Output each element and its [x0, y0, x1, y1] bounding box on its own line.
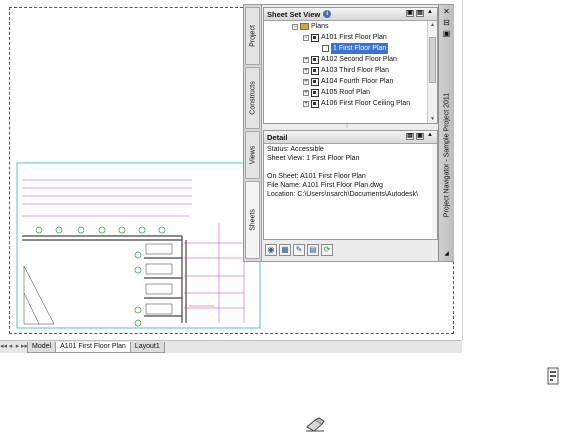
tree-item-a104[interactable]: + A104 Fourth Floor Plan: [303, 76, 393, 87]
detail-preview-icon[interactable]: ▤: [406, 133, 414, 140]
sheet-set-view-header: Sheet Set View i ▣ ▤ ▲: [264, 8, 437, 21]
tree-item-label: A105 Roof Plan: [321, 89, 371, 96]
tab-views[interactable]: Views: [245, 131, 260, 179]
resize-grip-icon[interactable]: ◢: [442, 250, 451, 259]
info-icon[interactable]: i: [323, 10, 332, 18]
detail-title: Detail: [267, 132, 288, 142]
sheet-icon: [311, 99, 319, 108]
expand-icon[interactable]: +: [303, 67, 309, 74]
expand-icon[interactable]: +: [303, 100, 309, 107]
expand-icon[interactable]: +: [303, 78, 309, 85]
tree-item-label: A106 First Floor Ceiling Plan: [321, 100, 411, 107]
sheet-set-tree: − Plans − A101 First Floor Plan 1 First …: [264, 21, 429, 123]
tab-sheets[interactable]: Sheets: [245, 181, 260, 259]
tree-item-label: A103 Third Floor Plan: [321, 67, 389, 74]
tree-item-label: Plans: [311, 23, 329, 30]
properties-icon[interactable]: ▤: [307, 244, 319, 256]
sheet-icon: [311, 55, 319, 64]
tree-item-first-floor-plan-view[interactable]: 1 First Floor Plan: [322, 43, 389, 54]
tree-item-label: A102 Second Floor Plan: [321, 56, 397, 63]
project-navigator-palette: Project Constructs Views Sheets Sheet Se…: [243, 4, 454, 262]
first-tab-arrow[interactable]: ◂◂: [0, 342, 7, 352]
sheet-set-view-title: Sheet Set View: [267, 9, 321, 19]
tab-views-label: Views: [249, 145, 256, 165]
collapse-panel-icon[interactable]: ▲: [426, 9, 434, 17]
scroll-down-arrow[interactable]: ▼: [428, 115, 437, 123]
palette-properties-icon[interactable]: ▣: [442, 29, 451, 38]
detail-scrollbar[interactable]: [432, 144, 437, 239]
sheet-set-view-panel: Sheet Set View i ▣ ▤ ▲ − Plans − A101 Fi…: [263, 7, 438, 124]
detail-blank: [267, 163, 435, 172]
view-options-icon[interactable]: ▤: [416, 10, 424, 17]
collapse-icon[interactable]: −: [292, 23, 298, 30]
detail-panel: Detail ▤ ▣ ▲ Status: Accessible Sheet Vi…: [263, 130, 438, 240]
tab-constructs-label: Constructs: [249, 81, 256, 115]
project-browser-icon[interactable]: [546, 367, 560, 385]
tree-item-plans[interactable]: − Plans: [292, 21, 329, 32]
refresh-icon[interactable]: ⟳: [321, 244, 333, 256]
tree-item-label: 1 First Floor Plan: [331, 43, 389, 54]
detail-on-sheet: On Sheet: A101 First Floor Plan: [267, 173, 366, 180]
tree-scrollbar[interactable]: ▲ ▼: [427, 21, 437, 123]
sheet-icon: [311, 77, 319, 86]
new-sheet-icon[interactable]: ▦: [279, 244, 291, 256]
next-tab-arrow[interactable]: ▸: [14, 342, 21, 352]
detail-status: Status: Accessible: [267, 146, 324, 153]
floor-plan-drawing: [16, 162, 261, 329]
eraser-tool-icon[interactable]: [304, 417, 326, 433]
detail-file-name: File Name: A101 First Floor Plan.dwg: [267, 182, 383, 189]
scroll-thumb[interactable]: [429, 37, 436, 83]
tab-sheets-label: Sheets: [249, 209, 256, 231]
sheet-icon: [311, 33, 319, 42]
folder-icon: [300, 23, 309, 30]
sheet-icon: [311, 88, 319, 97]
prev-tab-arrow[interactable]: ◂: [7, 342, 14, 352]
add-view-icon[interactable]: ✎: [293, 244, 305, 256]
scroll-up-arrow[interactable]: ▲: [428, 21, 437, 29]
detail-location: Location: C:\Users\nsarch\Documents\Auto…: [267, 191, 418, 198]
tab-a101-first-floor-plan[interactable]: A101 First Floor Plan: [55, 341, 131, 353]
sheet-icon: [311, 66, 319, 75]
tab-project[interactable]: Project: [245, 7, 260, 65]
tab-project-label: Project: [249, 25, 256, 47]
view-icon: [322, 45, 329, 52]
expand-icon[interactable]: +: [303, 89, 309, 96]
close-icon[interactable]: ✕: [442, 7, 451, 16]
tree-item-label: A101 First Floor Plan: [321, 34, 387, 41]
tree-item-a102[interactable]: + A102 Second Floor Plan: [303, 54, 397, 65]
tree-item-a103[interactable]: + A103 Third Floor Plan: [303, 65, 389, 76]
tree-item-label: A104 Fourth Floor Plan: [321, 78, 394, 85]
sheet-set-menu-icon[interactable]: ▣: [406, 10, 414, 17]
detail-sheet-view: Sheet View: 1 First Floor Plan: [267, 155, 360, 162]
tab-model[interactable]: Model: [27, 341, 57, 353]
layout-tabs-bar: ◂◂ ◂ ▸ ▸▸ Model A101 First Floor Plan La…: [0, 340, 462, 353]
sheet-set-icon[interactable]: ◉: [265, 244, 277, 256]
tab-constructs[interactable]: Constructs: [245, 67, 260, 129]
auto-hide-icon[interactable]: ⊟: [442, 18, 451, 27]
tab-layout1[interactable]: Layout1: [129, 341, 165, 353]
palette-toolbar: ◉ ▦ ✎ ▤ ⟳: [265, 243, 365, 257]
tree-item-a106[interactable]: + A106 First Floor Ceiling Plan: [303, 98, 410, 109]
palette-titlebar[interactable]: ✕ ⊟ ▣ Project Navigator - Sample Project…: [438, 5, 454, 261]
detail-content: Status: Accessible Sheet View: 1 First F…: [267, 145, 435, 199]
detail-details-icon[interactable]: ▣: [416, 133, 424, 140]
expand-icon[interactable]: +: [303, 56, 309, 63]
tree-item-a105[interactable]: + A105 Roof Plan: [303, 87, 370, 98]
palette-vertical-tabs: Project Constructs Views Sheets: [244, 5, 262, 261]
tree-item-a101[interactable]: − A101 First Floor Plan: [303, 32, 387, 43]
collapse-icon[interactable]: −: [303, 34, 309, 41]
palette-title: Project Navigator - Sample Project 2011: [443, 92, 450, 218]
collapse-detail-icon[interactable]: ▲: [426, 132, 434, 140]
detail-header: Detail ▤ ▣ ▲: [264, 131, 437, 144]
